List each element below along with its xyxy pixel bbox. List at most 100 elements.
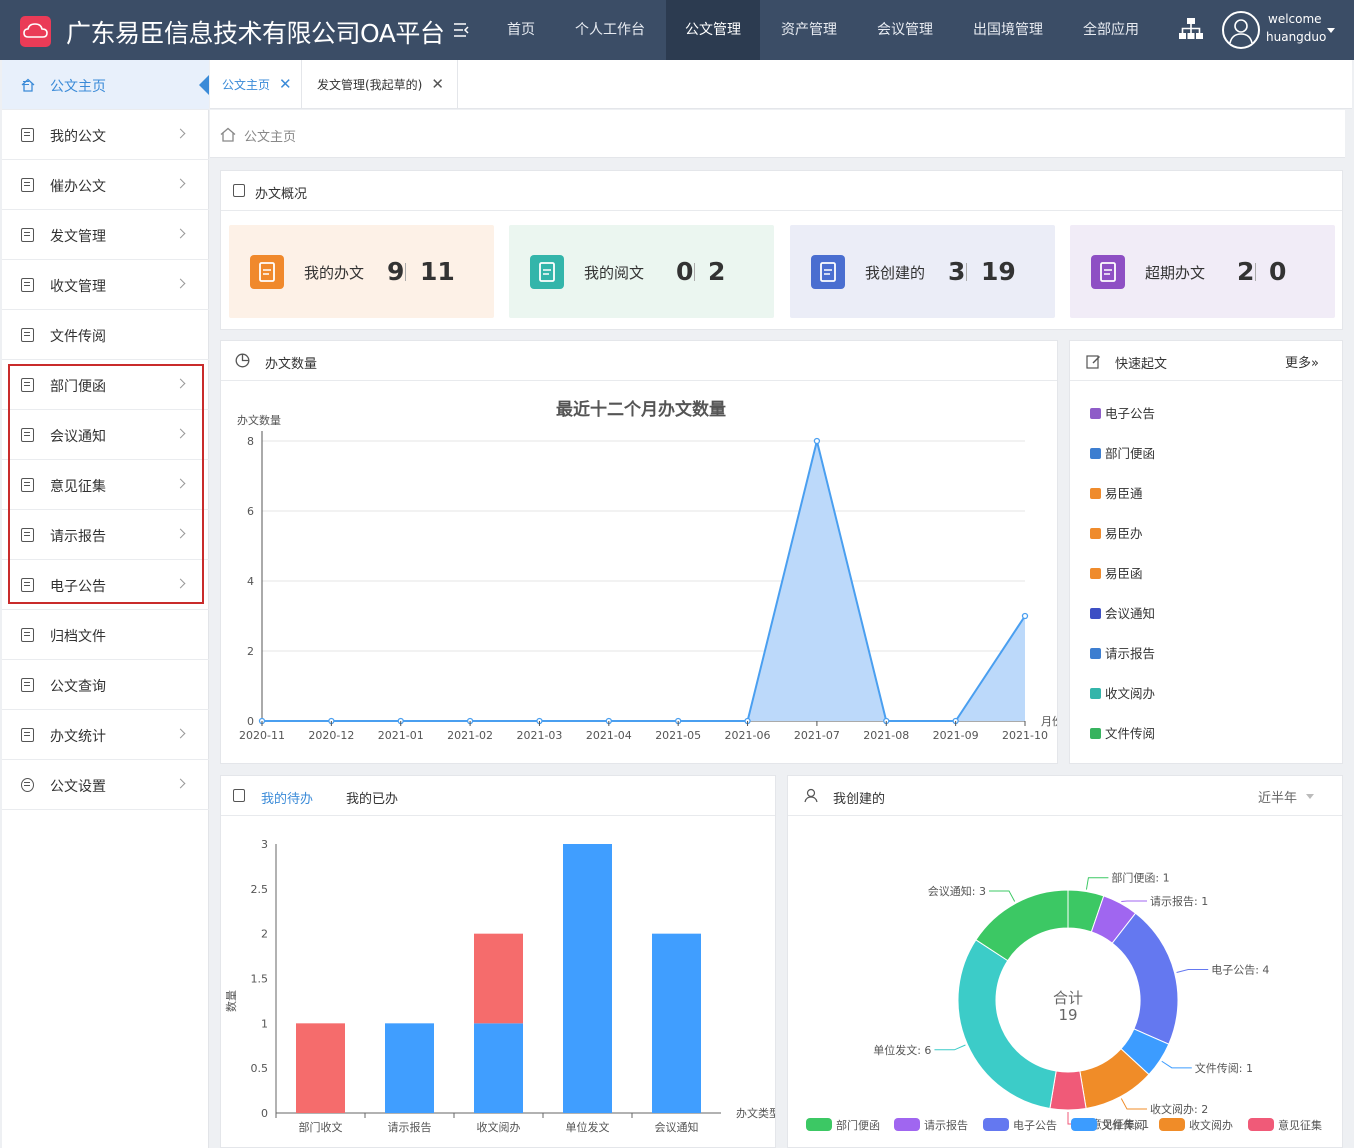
bar (652, 933, 701, 1113)
card-value-primary[interactable]: 0 (676, 257, 693, 286)
card-label: 我的办文 (304, 264, 365, 282)
card-value-secondary[interactable]: 19 (981, 257, 1016, 286)
user-menu-caret-icon[interactable] (1327, 28, 1335, 33)
sidebar-item-statistics[interactable]: 办文统计 (2, 710, 209, 760)
top-bar: 广东易臣信息技术有限公司OA平台 首页 个人工作台 公文管理 资产管理 会议管理… (0, 0, 1354, 60)
sidebar-item-incoming[interactable]: 收文管理 (2, 260, 209, 310)
created-header: 我创建的 近半年 (788, 776, 1342, 816)
card-my-reading[interactable]: 我的阅文 0 2 (509, 225, 774, 318)
pie-slice (1111, 912, 1179, 1045)
todo-header: 我的待办 我的已办 (221, 776, 775, 816)
quick-start-header: 快速起文 更多» (1070, 341, 1342, 381)
label-leader-line (1085, 877, 1109, 890)
sidebar-item-outgoing[interactable]: 发文管理 (2, 210, 209, 260)
document-icon (233, 789, 245, 802)
quick-item-label: 请示报告 (1105, 646, 1156, 661)
y-tick-label: 2 (247, 645, 254, 658)
sidebar-item-label: 催办公文 (50, 179, 106, 195)
pie-slice (957, 939, 1057, 1110)
legend-swatch (894, 1118, 920, 1131)
sidebar-item-settings[interactable]: 公文设置 (2, 760, 209, 810)
nav-personal-workbench[interactable]: 个人工作台 (560, 0, 660, 60)
card-overdue[interactable]: 超期办文 2 0 (1070, 225, 1335, 318)
center-label: 合计 (1053, 989, 1083, 1007)
card-my-created[interactable]: 我创建的 3 19 (790, 225, 1055, 318)
tab-my-todo[interactable]: 我的待办 (261, 788, 313, 807)
card-value-primary[interactable]: 9 (387, 257, 404, 286)
nav-asset-management[interactable]: 资产管理 (766, 0, 852, 60)
app-title: 广东易臣信息技术有限公司OA平台 (66, 19, 445, 48)
card-my-handling[interactable]: 我的办文 9 11 (229, 225, 494, 318)
nav-meeting-management[interactable]: 会议管理 (862, 0, 948, 60)
more-link[interactable]: 更多» (1285, 352, 1319, 371)
chevron-right-icon (175, 278, 186, 289)
x-tick-label: 请示报告 (388, 1120, 432, 1134)
chevron-down-icon[interactable] (1306, 794, 1314, 799)
menu-toggle-icon[interactable] (452, 20, 472, 40)
quick-item-label: 会议通知 (1105, 606, 1156, 621)
nav-all-apps[interactable]: 全部应用 (1068, 0, 1154, 60)
archive-icon (21, 628, 34, 642)
user-avatar-icon[interactable] (1222, 11, 1260, 49)
label-leader-line (1176, 969, 1209, 973)
nav-document-management[interactable]: 公文管理 (666, 0, 760, 60)
org-chart-icon[interactable] (1178, 17, 1204, 45)
close-icon[interactable]: ✕ (279, 75, 292, 93)
bar (296, 1023, 345, 1113)
welcome-text: welcome (1268, 12, 1322, 26)
sidebar-item-query[interactable]: 公文查询 (2, 660, 209, 710)
label-leader-line (1120, 1098, 1148, 1110)
sidebar-item-label: 公文主页 (50, 79, 106, 95)
sidebar-item-circulation[interactable]: 文件传阅 (2, 310, 209, 360)
card-value-secondary[interactable]: 0 (1269, 257, 1286, 286)
todo-panel: 我的待办 我的已办 数量 办文类型 0 0.5 1 1.5 2 2.5 3 部门收文 请示报告 收文阅… (220, 775, 776, 1148)
nav-overseas-management[interactable]: 出国境管理 (958, 0, 1058, 60)
breadcrumb-current: 公文主页 (244, 130, 297, 145)
home-icon[interactable] (220, 127, 236, 142)
tab-outgoing-drafts[interactable]: 发文管理(我起草的) ✕ (302, 60, 458, 109)
doc-count-panel: 办文数量 最近十二个月办文数量办文数量月份024682020-112020-12… (220, 340, 1058, 764)
tab-my-done[interactable]: 我的已办 (346, 788, 398, 807)
quick-start-item[interactable]: 易臣函 (1090, 563, 1143, 582)
sidebar-item-label: 归档文件 (50, 629, 106, 645)
quick-start-item[interactable]: 请示报告 (1090, 643, 1155, 662)
card-value-secondary[interactable]: 2 (708, 257, 725, 286)
tab-doc-home[interactable]: 公文主页 ✕ (210, 60, 302, 109)
quick-start-item[interactable]: 部门便函 (1090, 443, 1155, 462)
clipboard-check-icon (250, 255, 284, 289)
quick-start-item[interactable]: 易臣通 (1090, 483, 1143, 502)
x-tick-label: 2021-01 (378, 729, 424, 742)
created-panel: 我创建的 近半年 部门便函: 1 请示报告: 1 电子公告: 4 文件传阅: 1 收文阅… (787, 775, 1343, 1148)
x-tick-label: 2021-02 (447, 729, 493, 742)
y-tick-label: 2 (261, 928, 268, 941)
sidebar-item-urge-documents[interactable]: 催办公文 (2, 160, 209, 210)
sidebar-item-home[interactable]: 公文主页 (2, 60, 209, 110)
slice-label: 文件传阅: 1 (1195, 1061, 1253, 1075)
quick-start-item[interactable]: 易臣办 (1090, 523, 1143, 542)
sidebar-item-archive[interactable]: 归档文件 (2, 610, 209, 660)
quick-start-item[interactable]: 会议通知 (1090, 603, 1155, 622)
card-value-primary[interactable]: 3 (948, 257, 965, 286)
y-tick-label: 0 (247, 715, 254, 728)
time-filter-select[interactable]: 近半年 (1258, 787, 1297, 806)
quick-item-icon (1090, 648, 1101, 659)
y-axis-label: 办文数量 (237, 413, 281, 427)
close-icon[interactable]: ✕ (431, 75, 444, 93)
app-logo-icon[interactable] (20, 16, 51, 47)
quick-item-icon (1090, 688, 1101, 699)
card-value-secondary[interactable]: 11 (420, 257, 455, 286)
bar (474, 933, 523, 1024)
card-separator (966, 263, 967, 281)
card-value-primary[interactable]: 2 (1237, 257, 1254, 286)
sidebar-item-my-documents[interactable]: 我的公文 (2, 110, 209, 160)
quick-start-item[interactable]: 文件传阅 (1090, 723, 1155, 742)
quick-start-item[interactable]: 收文阅办 (1090, 683, 1155, 702)
quick-item-label: 易臣办 (1105, 526, 1143, 541)
nav-home[interactable]: 首页 (490, 0, 552, 60)
y-tick-label: 8 (247, 435, 254, 448)
sidebar-item-label: 公文查询 (50, 679, 106, 695)
quick-start-item[interactable]: 电子公告 (1090, 403, 1155, 422)
quick-item-icon (1090, 728, 1101, 739)
username[interactable]: huangduo (1266, 30, 1326, 44)
quick-item-icon (1090, 408, 1101, 419)
